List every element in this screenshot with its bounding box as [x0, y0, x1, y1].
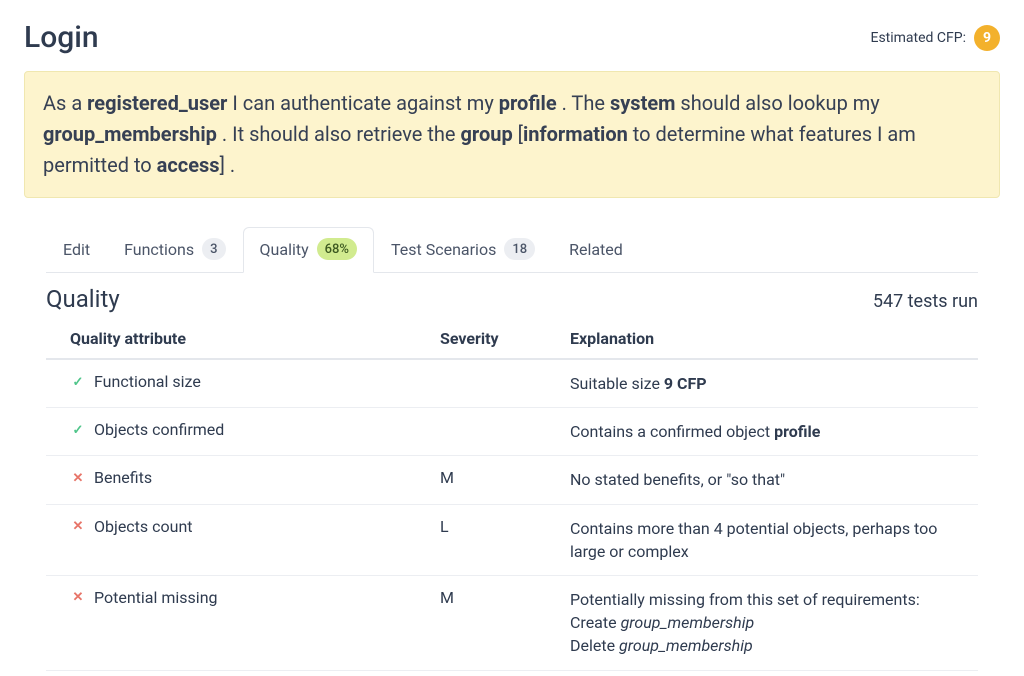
tab-label: Functions: [124, 240, 194, 259]
tab-label: Related: [569, 240, 623, 259]
attribute-name: Benefits: [94, 468, 152, 487]
tab-badge: 68%: [317, 238, 357, 260]
attribute-name: Functional size: [94, 372, 201, 391]
cfp-label: Estimated CFP:: [870, 30, 966, 46]
attribute-cell: ✕ Benefits: [70, 468, 440, 491]
cross-icon: ✕: [70, 590, 86, 606]
table-row: ✕ Benefits MNo stated benefits, or "so tha…: [46, 456, 978, 504]
tab-label: Quality: [260, 240, 309, 259]
col-explanation: Explanation: [570, 329, 954, 348]
page-title: Login: [24, 20, 99, 55]
explanation-cell: Contains a confirmed object profile: [570, 420, 954, 443]
tab-edit[interactable]: Edit: [46, 227, 107, 273]
tab-quality[interactable]: Quality 68%: [243, 227, 374, 273]
attribute-cell: ✓ Objects confirmed: [70, 420, 440, 443]
page-header: Login Estimated CFP: 9: [24, 20, 1000, 55]
quality-table: Quality attribute Severity Explanation ✓…: [46, 321, 978, 671]
cross-icon: ✕: [70, 519, 86, 535]
attribute-cell: ✓ Functional size: [70, 372, 440, 395]
explanation-cell: Suitable size 9 CFP: [570, 372, 954, 395]
attribute-cell: ✕ Objects count: [70, 517, 440, 563]
quality-table-header: Quality attribute Severity Explanation: [46, 321, 978, 360]
attribute-name: Objects count: [94, 517, 193, 536]
tab-badge: 3: [202, 238, 225, 260]
col-severity: Severity: [440, 329, 570, 348]
quality-section-header: Quality 547 tests run: [24, 285, 1000, 321]
tab-label: Test Scenarios: [391, 240, 496, 259]
table-row: ✓ Objects confirmed Contains a confirmed o…: [46, 408, 978, 456]
cfp-summary: Estimated CFP: 9: [870, 25, 1000, 51]
tab-related[interactable]: Related: [552, 227, 640, 273]
explanation-cell: Potentially missing from this set of req…: [570, 588, 954, 658]
severity-cell: L: [440, 517, 570, 563]
cfp-badge: 9: [974, 25, 1000, 51]
severity-cell: [440, 372, 570, 395]
tab-bar: Edit Functions 3 Quality 68% Test Scenarios 18…: [46, 226, 978, 273]
tab-badge: 18: [504, 238, 535, 260]
severity-cell: [440, 420, 570, 443]
severity-cell: M: [440, 468, 570, 491]
tab-test-scenarios[interactable]: Test Scenarios 18: [374, 227, 552, 273]
tests-run-count: 547 tests run: [873, 291, 978, 312]
severity-cell: M: [440, 588, 570, 658]
table-row: ✕ Potential missing MPotentially missing f…: [46, 576, 978, 671]
tab-label: Edit: [63, 240, 90, 259]
table-row: ✓ Functional size Suitable size 9 CFP: [46, 360, 978, 408]
explanation-cell: No stated benefits, or "so that": [570, 468, 954, 491]
cross-icon: ✕: [70, 470, 86, 486]
attribute-cell: ✕ Potential missing: [70, 588, 440, 658]
tab-functions[interactable]: Functions 3: [107, 227, 242, 273]
check-icon: ✓: [70, 422, 86, 438]
story-card: As a registered_user I can authenticate …: [24, 71, 1000, 198]
quality-section-title: Quality: [46, 285, 120, 313]
explanation-cell: Contains more than 4 potential objects, …: [570, 517, 954, 563]
attribute-name: Objects confirmed: [94, 420, 224, 439]
table-row: ✕ Objects count LContains more than 4 pote…: [46, 505, 978, 576]
check-icon: ✓: [70, 374, 86, 390]
attribute-name: Potential missing: [94, 588, 218, 607]
col-attribute: Quality attribute: [70, 329, 440, 348]
